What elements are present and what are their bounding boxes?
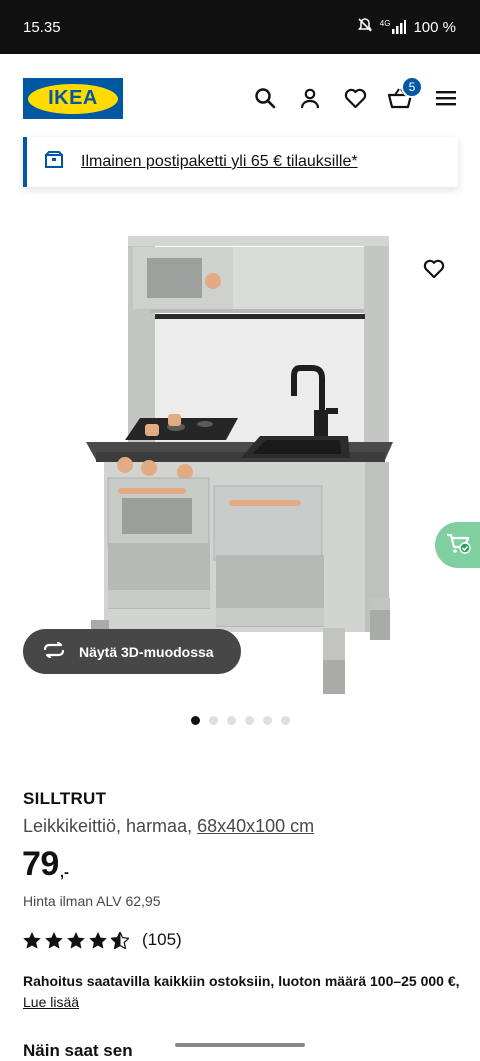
mute-icon (357, 17, 373, 37)
menu-icon[interactable] (433, 85, 459, 111)
product-type: Leikkikeittiö, harmaa, (23, 816, 193, 836)
price-integer: 79 (22, 845, 59, 883)
network-label: 4G (379, 19, 391, 28)
status-icons: 4G 100 % (357, 17, 456, 37)
finance-info: Rahoitus saatavilla kaikkiin ostoksiin, … (23, 971, 463, 1013)
cart-count-badge: 5 (401, 76, 423, 98)
favourite-heart-icon[interactable] (420, 255, 448, 283)
logo-text: IKEA (48, 87, 98, 109)
price-decimals: ,- (59, 864, 69, 881)
promo-link[interactable]: Ilmainen postipaketti yli 65 € tilauksil… (81, 153, 358, 171)
site-header: IKEA (0, 54, 480, 144)
carousel-dot[interactable] (244, 716, 254, 725)
battery-text: 100 % (413, 18, 456, 36)
view-3d-label: Näytä 3D-muodossa (79, 643, 214, 660)
side-cart-button[interactable] (435, 522, 480, 568)
product-dimensions-link[interactable]: 68x40x100 cm (197, 816, 314, 836)
logo-oval: IKEA (28, 83, 118, 114)
user-icon[interactable] (297, 85, 323, 111)
view-3d-button[interactable]: Näytä 3D-muodossa (23, 629, 241, 674)
finance-read-more-link[interactable]: Lue lisää (23, 994, 79, 1010)
star-icon (67, 931, 85, 949)
star-icon (45, 931, 63, 949)
status-bar: 15.35 4G 100 % (0, 0, 480, 54)
signal-icon: 4G (380, 20, 407, 34)
rating-stars (23, 931, 129, 949)
how-to-get-it-title: Näin saat sen (23, 1041, 133, 1060)
rotate-3d-icon (42, 641, 66, 661)
price-without-vat: Hinta ilman ALV 62,95 (23, 893, 161, 909)
parcel-icon (44, 150, 64, 175)
carousel-dot[interactable] (208, 716, 218, 725)
half-star-icon (111, 931, 129, 949)
promo-banner[interactable]: Ilmainen postipaketti yli 65 € tilauksil… (23, 137, 458, 187)
product-description: Leikkikeittiö, harmaa, 68x40x100 cm (23, 816, 314, 837)
heart-icon[interactable] (342, 85, 368, 111)
carousel-dot[interactable] (190, 716, 200, 725)
product-price: 79 ,- (22, 845, 69, 884)
star-icon (89, 931, 107, 949)
product-name: SILLTRUT (23, 789, 107, 808)
rating-count: (105) (142, 930, 182, 949)
product-rating[interactable]: (105) (23, 930, 182, 950)
carousel-dot[interactable] (262, 716, 272, 725)
carousel-dots (0, 716, 480, 725)
cart-check-icon (445, 531, 471, 560)
finance-text: Rahoitus saatavilla kaikkiin ostoksiin, … (23, 973, 460, 989)
star-icon (23, 931, 41, 949)
carousel-dot[interactable] (280, 716, 290, 725)
carousel-dot[interactable] (226, 716, 236, 725)
status-time: 15.35 (23, 18, 61, 36)
ikea-logo[interactable]: IKEA (23, 78, 123, 119)
gesture-home-bar[interactable] (175, 1043, 305, 1047)
search-icon[interactable] (252, 85, 278, 111)
